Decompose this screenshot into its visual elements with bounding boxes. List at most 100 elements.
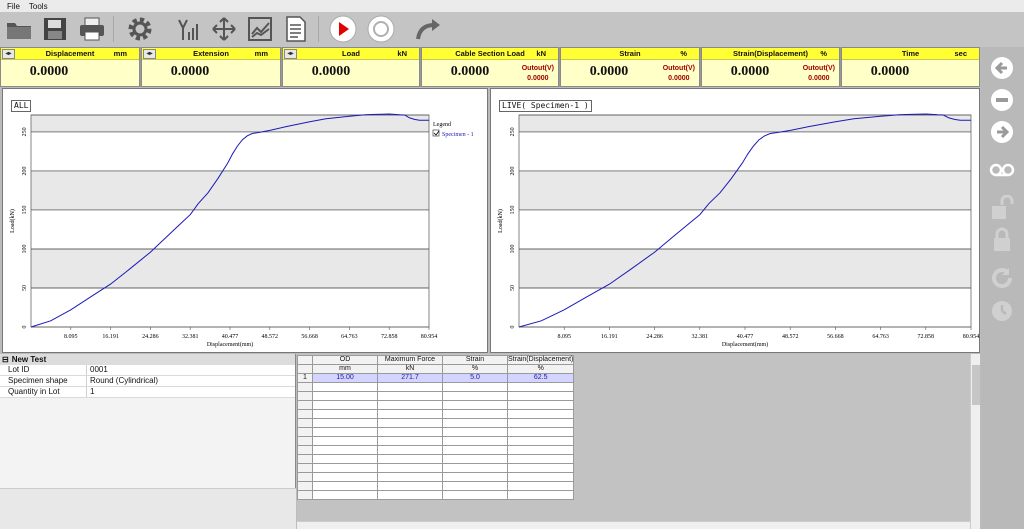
- print-icon[interactable]: [77, 14, 107, 44]
- empty-row[interactable]: [297, 418, 575, 428]
- forward-arrow-icon[interactable]: [413, 14, 443, 44]
- table-cell[interactable]: [297, 400, 313, 410]
- table-cell[interactable]: [377, 391, 443, 401]
- empty-row[interactable]: [297, 481, 575, 491]
- report-icon[interactable]: [281, 14, 311, 44]
- table-cell[interactable]: [442, 481, 508, 491]
- table-cell[interactable]: [506, 436, 575, 446]
- table-cell[interactable]: [506, 454, 575, 464]
- empty-row[interactable]: [297, 391, 575, 401]
- table-cell[interactable]: [377, 463, 443, 473]
- table-cell[interactable]: [506, 391, 575, 401]
- table-cell[interactable]: [442, 445, 508, 455]
- table-cell[interactable]: [377, 418, 443, 428]
- empty-row[interactable]: [297, 445, 575, 455]
- horizontal-scrollbar[interactable]: [297, 521, 970, 529]
- table-row[interactable]: 1 15.00 271.7 5.0 62.5: [297, 373, 575, 383]
- column-header[interactable]: OD: [312, 355, 378, 365]
- table-cell[interactable]: [297, 409, 313, 419]
- table-cell[interactable]: [506, 490, 575, 500]
- table-cell[interactable]: 62.5: [506, 373, 575, 383]
- minus-icon[interactable]: [989, 87, 1015, 113]
- record-icon[interactable]: [328, 14, 358, 44]
- table-cell[interactable]: [312, 409, 378, 419]
- corner-cell[interactable]: [297, 355, 313, 365]
- table-cell[interactable]: [312, 391, 378, 401]
- property-row[interactable]: Specimen shape Round (Cylindrical): [0, 376, 295, 387]
- table-cell[interactable]: [442, 418, 508, 428]
- signal-icon[interactable]: [173, 14, 203, 44]
- empty-row[interactable]: [297, 427, 575, 437]
- table-cell[interactable]: [297, 463, 313, 473]
- table-cell[interactable]: [312, 418, 378, 428]
- tape-icon[interactable]: [989, 157, 1015, 183]
- collapse-icon[interactable]: ⊟: [2, 355, 9, 364]
- table-cell[interactable]: [297, 436, 313, 446]
- table-cell[interactable]: [442, 454, 508, 464]
- column-header[interactable]: Strain(Displacement): [506, 355, 575, 365]
- table-cell[interactable]: [312, 454, 378, 464]
- table-cell[interactable]: [442, 382, 508, 392]
- empty-row[interactable]: [297, 436, 575, 446]
- table-cell[interactable]: [442, 391, 508, 401]
- table-cell[interactable]: [297, 490, 313, 500]
- table-cell[interactable]: 15.00: [312, 373, 378, 383]
- test-properties-header[interactable]: ⊟ New Test: [0, 354, 295, 365]
- menu-tools[interactable]: Tools: [29, 2, 48, 11]
- table-cell[interactable]: [297, 454, 313, 464]
- table-cell[interactable]: [297, 445, 313, 455]
- table-cell[interactable]: [297, 382, 313, 392]
- property-row[interactable]: Lot ID 0001: [0, 365, 295, 376]
- property-value[interactable]: 0001: [87, 365, 295, 375]
- row-number[interactable]: 1: [297, 373, 313, 383]
- table-cell[interactable]: [506, 382, 575, 392]
- back-arrow-icon[interactable]: [989, 55, 1015, 81]
- empty-row[interactable]: [297, 463, 575, 473]
- table-cell[interactable]: [312, 436, 378, 446]
- table-cell[interactable]: [442, 409, 508, 419]
- timer-icon[interactable]: [989, 297, 1015, 323]
- empty-row[interactable]: [297, 409, 575, 419]
- empty-row[interactable]: [297, 472, 575, 482]
- table-cell[interactable]: [377, 409, 443, 419]
- empty-row[interactable]: [297, 490, 575, 500]
- table-cell[interactable]: [442, 490, 508, 500]
- table-cell[interactable]: [377, 490, 443, 500]
- table-cell[interactable]: [442, 427, 508, 437]
- table-cell[interactable]: [297, 481, 313, 491]
- table-cell[interactable]: [312, 463, 378, 473]
- table-cell[interactable]: 5.0: [442, 373, 508, 383]
- table-cell[interactable]: [506, 472, 575, 482]
- table-cell[interactable]: [506, 463, 575, 473]
- table-cell[interactable]: [377, 382, 443, 392]
- table-cell[interactable]: [506, 418, 575, 428]
- open-folder-icon[interactable]: [4, 14, 34, 44]
- unlock-icon[interactable]: [989, 195, 1015, 221]
- column-header[interactable]: Maximum Force: [377, 355, 443, 365]
- chart-icon[interactable]: [245, 14, 275, 44]
- empty-row[interactable]: [297, 400, 575, 410]
- table-cell[interactable]: [297, 472, 313, 482]
- settings-gear-icon[interactable]: [125, 14, 155, 44]
- table-cell[interactable]: [506, 400, 575, 410]
- table-cell[interactable]: [312, 472, 378, 482]
- table-cell[interactable]: [442, 463, 508, 473]
- table-cell[interactable]: [297, 391, 313, 401]
- stop-icon[interactable]: [366, 14, 396, 44]
- table-cell[interactable]: [377, 481, 443, 491]
- table-cell[interactable]: [442, 436, 508, 446]
- table-cell[interactable]: [377, 427, 443, 437]
- table-cell[interactable]: [442, 400, 508, 410]
- column-header[interactable]: Strain: [442, 355, 508, 365]
- forward-arrow-icon[interactable]: [989, 119, 1015, 145]
- lock-icon[interactable]: [989, 227, 1015, 253]
- empty-row[interactable]: [297, 454, 575, 464]
- table-cell[interactable]: [377, 472, 443, 482]
- property-row[interactable]: Quantity in Lot 1: [0, 387, 295, 398]
- vertical-scrollbar[interactable]: [970, 354, 980, 529]
- move-icon[interactable]: [209, 14, 239, 44]
- table-cell[interactable]: [312, 490, 378, 500]
- table-cell[interactable]: [377, 400, 443, 410]
- table-cell[interactable]: [377, 436, 443, 446]
- table-cell[interactable]: [506, 445, 575, 455]
